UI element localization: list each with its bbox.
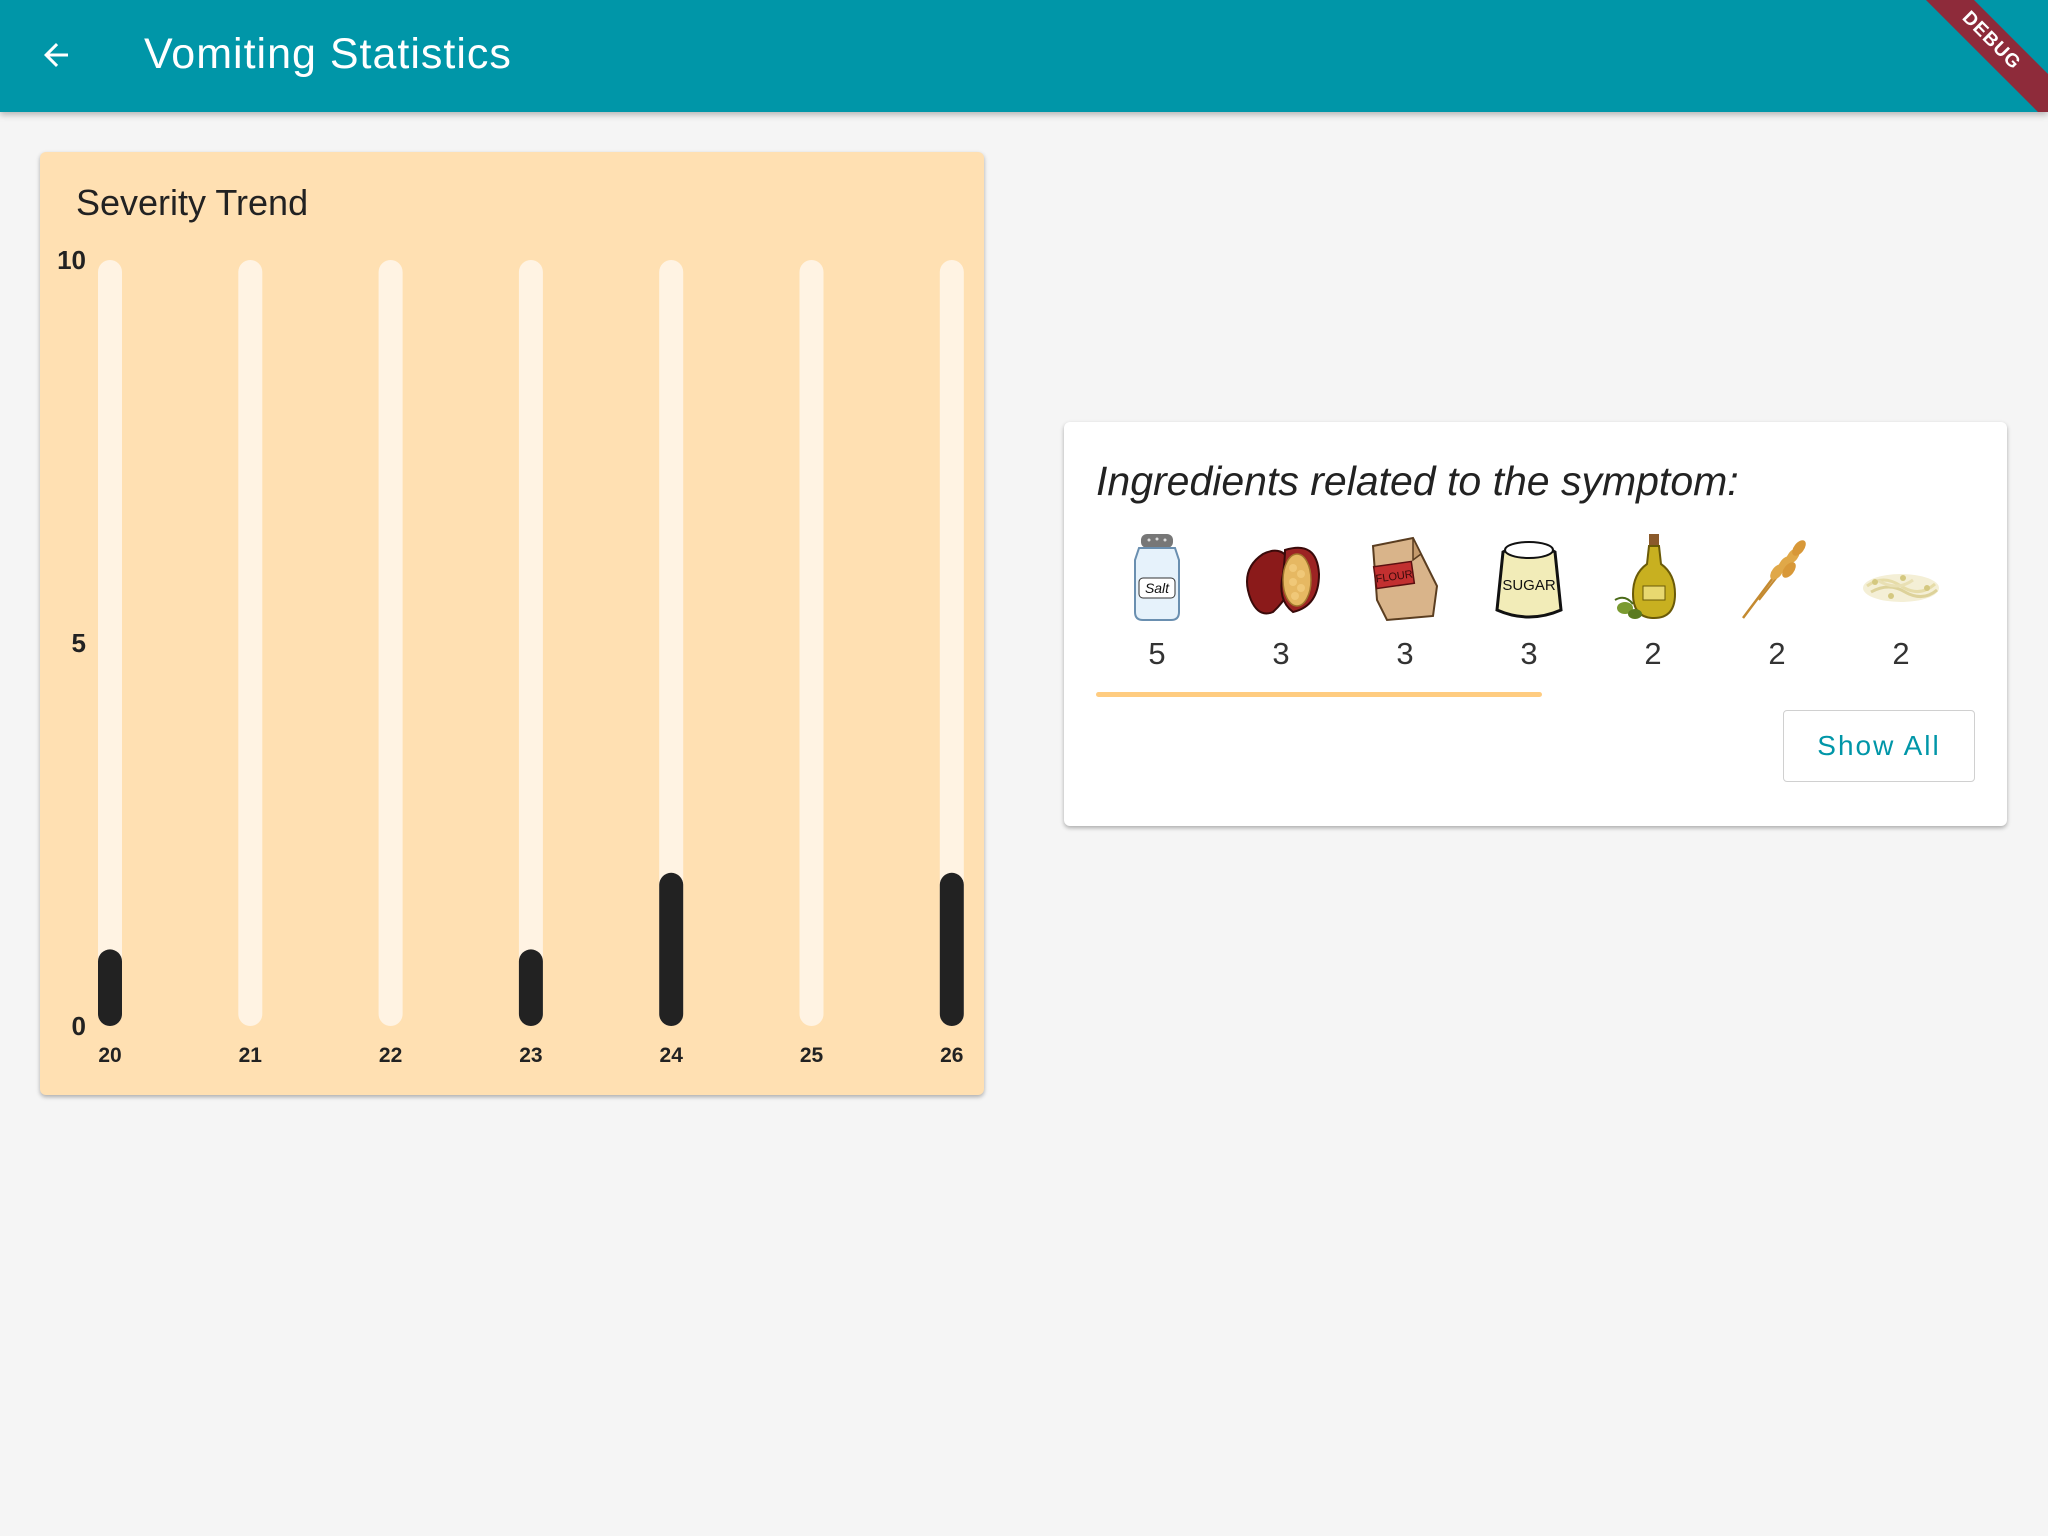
x-tick-label: 25 [800,1044,824,1067]
bar-track [98,260,122,1026]
severity-bar[interactable] [939,872,964,1026]
severity-bar[interactable] [98,949,122,1026]
ingredient-item-flour[interactable]: FLOUR 3 [1343,530,1467,680]
ingredient-count: 3 [1272,636,1290,671]
salt-shaker-icon: Salt [1134,534,1180,621]
cocoa-pod-icon [1246,546,1321,615]
ingredient-count: 2 [1768,636,1786,671]
salt-label: Salt [1145,580,1170,596]
x-tick-label: 26 [940,1044,963,1067]
ingredient-count: 5 [1148,636,1166,671]
x-tick-label: 20 [98,1044,121,1067]
x-tick-label: 22 [379,1044,402,1067]
flour-bag-icon: FLOUR [1371,536,1439,622]
severity-chart: 0 5 10 20 21 22 23 24 25 26 [57,245,964,1067]
debug-banner: DEBUG [1904,0,2048,112]
ingredients-title: Ingredients related to the symptom: [1096,458,1739,504]
bean-sprouts-icon [1863,574,1939,602]
ingredient-count: 2 [1644,636,1662,671]
sugar-label: SUGAR [1502,577,1556,594]
olive-oil-icon [1614,534,1677,620]
back-button[interactable] [26,22,86,88]
y-tick-label: 10 [57,245,86,275]
bar-track [378,260,403,1026]
ingredient-count: 3 [1520,636,1538,671]
ingredient-item-sugar[interactable]: SUGAR 3 [1467,530,1591,680]
ingredient-item-bean-sprouts[interactable]: 2 [1839,530,1963,680]
bar-track [518,260,543,1026]
bar-track [238,260,263,1026]
arrow-left-icon [44,43,68,67]
severity-trend-card: Severity Trend 0 5 10 20 21 22 23 24 25 26 [40,152,984,1095]
show-all-button[interactable]: Show All [1783,710,1975,782]
page-title: Vomiting Statistics [144,30,512,78]
severity-bar[interactable] [518,949,543,1026]
x-tick-label: 24 [660,1044,684,1067]
x-tick-label: 23 [519,1044,542,1067]
y-tick-label: 0 [72,1011,86,1041]
ingredient-count: 3 [1396,636,1414,671]
ingredients-card: Ingredients related to the symptom: Salt… [1064,422,2007,826]
ingredient-item-wheat[interactable]: 2 [1715,530,1839,680]
ingredient-count: 2 [1892,636,1910,671]
ingredient-item-cocoa[interactable]: 3 [1219,530,1343,680]
severity-bar[interactable] [659,872,684,1026]
sugar-sack-icon: SUGAR [1495,541,1563,619]
x-tick-label: 21 [239,1044,263,1067]
wheat-icon [1742,540,1806,619]
bar-track [799,260,824,1026]
ingredients-scroll-indicator[interactable] [1096,692,1542,697]
ingredient-item-olive-oil[interactable]: 2 [1591,530,1715,680]
y-tick-label: 5 [72,628,86,658]
ingredient-item-salt[interactable]: Salt 5 [1095,530,1219,680]
app-bar: Vomiting Statistics DEBUG [0,0,2048,112]
